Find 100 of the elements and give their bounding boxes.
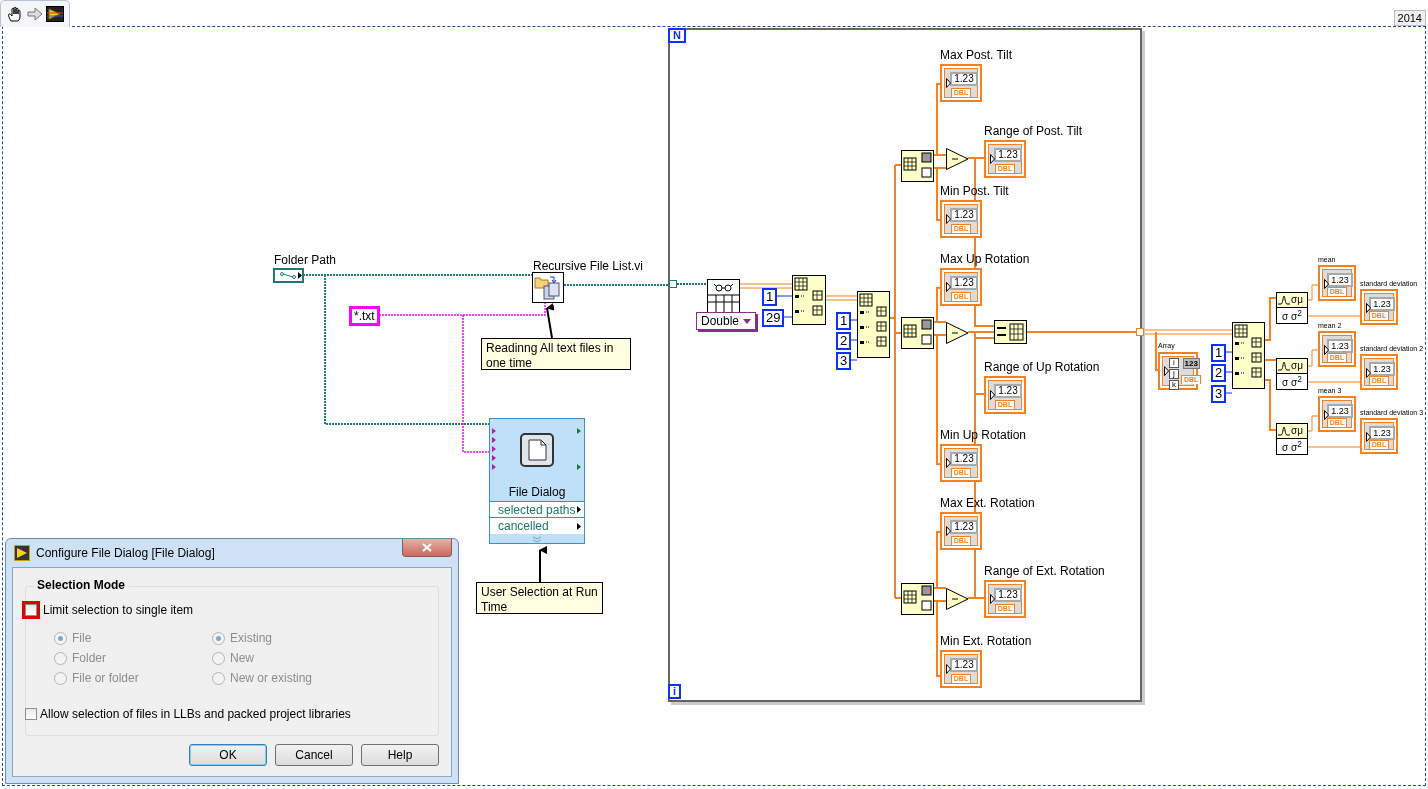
iteration-terminal: i <box>668 684 682 699</box>
node-text: σ σ$^{2}$ <box>1282 308 1302 323</box>
subtract-icon <box>946 148 969 170</box>
input-triangle-icon <box>946 526 951 536</box>
caret-icon <box>743 318 752 324</box>
integer-wire <box>1224 392 1233 394</box>
input-triangle-icon <box>1164 366 1169 376</box>
dialog-button[interactable]: Cancel <box>275 744 353 766</box>
app-icon <box>14 545 30 561</box>
path-control-icon[interactable] <box>273 268 304 283</box>
count-terminal: N <box>668 28 686 43</box>
type-ring[interactable]: Double <box>696 312 757 330</box>
input-triangle-icon <box>946 458 951 468</box>
input-triangle-icon <box>946 78 951 88</box>
close-icon <box>422 543 432 552</box>
node-text: σμ <box>1291 295 1303 305</box>
input-triangle-icon <box>1366 432 1371 442</box>
numeric-constant: 2 <box>1211 364 1227 382</box>
numeric-display: 1.23 <box>950 658 978 672</box>
numeric-display: 1.23 <box>1327 273 1353 287</box>
index-display[interactable]: i <box>1169 358 1179 368</box>
input-triangle-icon <box>1366 368 1371 378</box>
string-constant: *.txt <box>349 306 380 326</box>
array-wire <box>825 299 858 301</box>
arrow-icon[interactable] <box>27 7 43 21</box>
numeric-display: 1.23 <box>1327 339 1353 353</box>
input-triangle-icon <box>1366 303 1371 313</box>
indicator-label: Min Ext. Rotation <box>940 634 1032 648</box>
numeric-display: 1.23 <box>1369 297 1395 311</box>
loop-tunnel <box>1136 328 1144 336</box>
input-triangle-icon <box>946 282 951 292</box>
run-icon[interactable] <box>46 6 64 22</box>
input-triangle-icon <box>990 594 995 604</box>
hand-icon[interactable] <box>6 5 24 23</box>
node-text: σμ <box>1291 426 1303 436</box>
numeric-display: 1.23 <box>950 276 978 290</box>
array-max-min-icon <box>901 317 934 349</box>
dialog-button[interactable]: Help <box>361 744 439 766</box>
output-pins-icon <box>577 428 582 473</box>
numeric-display: 1.23 <box>994 588 1022 602</box>
numeric-wire <box>1263 379 1277 431</box>
array-max-min-icon <box>901 583 934 615</box>
build-array-icon <box>994 320 1027 344</box>
subtract-icon <box>946 588 969 610</box>
input-triangle-icon <box>1324 410 1329 420</box>
document-icon <box>520 433 554 468</box>
numeric-display: 1.23 <box>950 452 978 466</box>
checkbox-label: Allow selection of files in LLBs and packed project libraries <box>40 707 351 721</box>
indicator-label: Range of Ext. Rotation <box>984 564 1105 578</box>
input-triangle-icon <box>990 390 995 400</box>
dialog-button[interactable]: OK <box>189 744 267 766</box>
pointer-arrow <box>546 302 555 339</box>
numeric-display: 1.23 <box>994 384 1022 398</box>
input-triangle-icon <box>990 154 995 164</box>
numeric-constant: 1 <box>836 312 852 330</box>
indicator-label: Max Post. Tilt <box>940 48 1013 62</box>
numeric-display: 1.23 <box>1327 404 1353 418</box>
index-array-icon <box>857 291 890 358</box>
indicator-label: Range of Post. Tilt <box>984 124 1083 138</box>
group-title: Selection Mode <box>33 578 129 592</box>
pointer-arrow <box>539 546 547 583</box>
output-terminal: selected paths <box>490 500 584 518</box>
checkbox[interactable] <box>25 708 37 720</box>
array-max-min-icon <box>901 150 934 182</box>
integer-wire <box>849 319 858 321</box>
node-text: σ σ$^{2}$ <box>1282 374 1302 389</box>
numeric-display: 1.23 <box>950 72 978 86</box>
control-label: Folder Path <box>274 253 337 267</box>
subvi-label: Recursive File List.vi <box>533 259 644 273</box>
array-subset-icon <box>792 275 826 325</box>
numeric-constant: 29 <box>762 309 785 327</box>
spreadsheet-read-icon <box>707 279 740 313</box>
folder-files-icon <box>532 272 564 303</box>
index-display[interactable]: k <box>1169 380 1179 390</box>
input-triangle-icon <box>1324 345 1329 355</box>
loop-tunnel <box>669 280 677 288</box>
node-title: File Dialog <box>507 483 567 501</box>
numeric-constant: 3 <box>836 352 852 370</box>
array-wire <box>738 287 793 289</box>
index-array-icon <box>1232 322 1265 389</box>
input-triangle-icon <box>946 664 951 674</box>
numeric-constant: 1 <box>1211 344 1227 362</box>
close-button[interactable] <box>402 539 452 557</box>
input-triangle-icon <box>1324 279 1329 289</box>
integer-wire <box>1224 371 1233 373</box>
integer-wire <box>781 316 793 318</box>
version-label: 2014 <box>1393 10 1426 26</box>
indicator-label: Range of Up Rotation <box>984 360 1100 374</box>
numeric-display: 1.23 <box>1369 362 1395 376</box>
integer-wire <box>1224 351 1233 353</box>
numeric-display: 1.23 <box>1369 426 1395 440</box>
numeric-wire <box>1263 359 1277 361</box>
dialog-title: Configure File Dialog [File Dialog] <box>36 546 216 560</box>
numeric-display: 1.23 <box>950 520 978 534</box>
element-display: 123 <box>1182 358 1200 369</box>
array-wire <box>738 283 793 285</box>
path-wire <box>676 283 708 285</box>
node-text: σ σ$^{2}$ <box>1282 439 1302 454</box>
comment-note: Readinng All text files in one time <box>481 338 631 370</box>
numeric-wire <box>1263 297 1277 341</box>
